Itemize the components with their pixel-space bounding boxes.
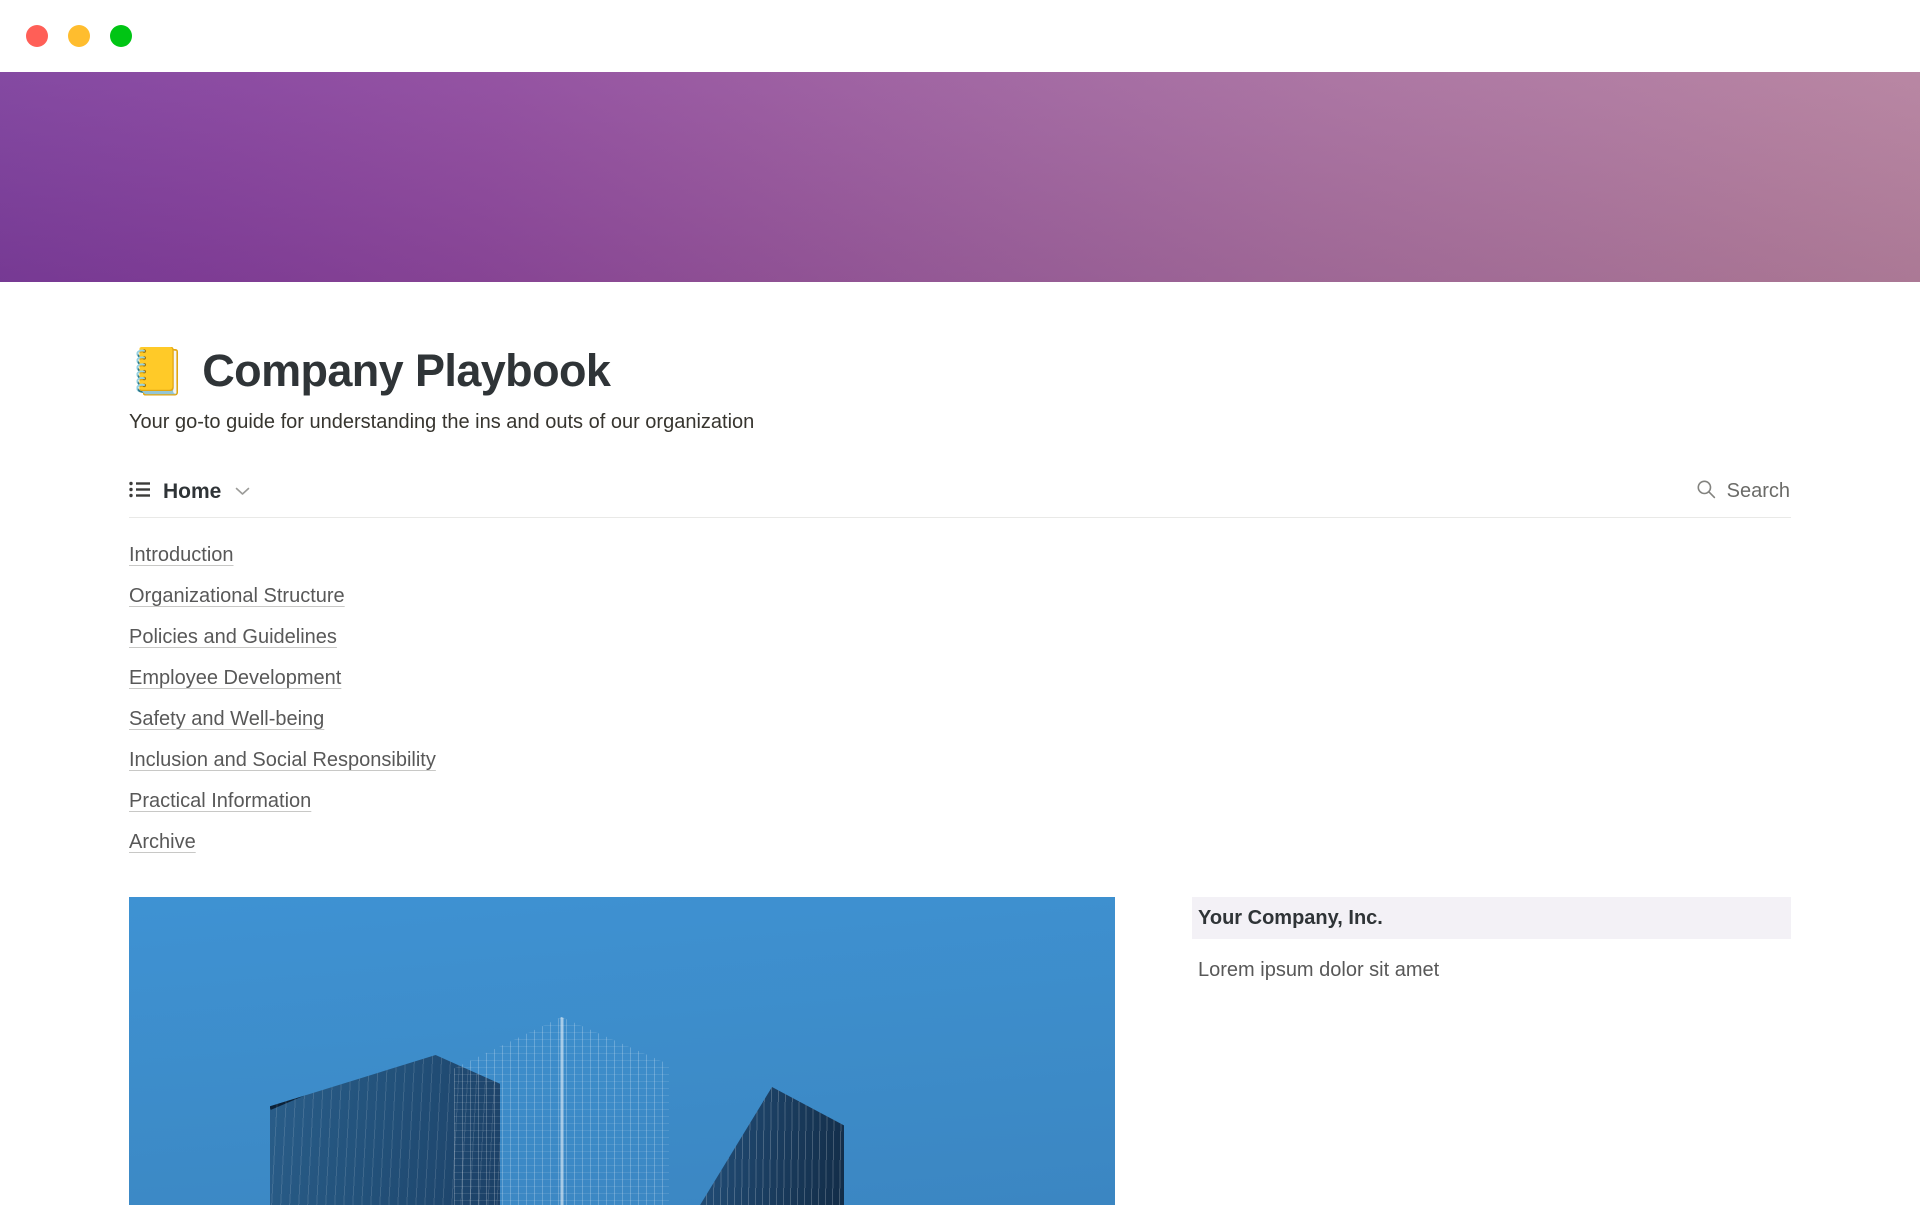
company-panel-header: Your Company, Inc. <box>1192 897 1791 939</box>
skyscrapers-photo <box>129 897 1115 1205</box>
company-panel: Your Company, Inc. Lorem ipsum dolor sit… <box>1192 897 1791 1205</box>
link-organizational-structure[interactable]: Organizational Structure <box>129 585 345 608</box>
maximize-window-button[interactable] <box>110 25 132 47</box>
search-button[interactable]: Search <box>1696 479 1790 504</box>
chevron-down-icon[interactable] <box>235 483 250 501</box>
window-controls <box>26 25 132 47</box>
page-subtitle: Your go-to guide for understanding the i… <box>129 411 755 433</box>
search-label: Search <box>1726 480 1790 502</box>
company-description: Lorem ipsum dolor sit amet <box>1198 959 1440 981</box>
link-practical-information[interactable]: Practical Information <box>129 790 311 813</box>
page-content: 📒 Company Playbook Your go-to guide for … <box>129 282 1791 1205</box>
company-panel-body: Lorem ipsum dolor sit amet <box>1192 959 1791 982</box>
section-links-list: Introduction Organizational Structure Po… <box>129 544 1791 854</box>
link-introduction[interactable]: Introduction <box>129 544 234 567</box>
content-columns: Your Company, Inc. Lorem ipsum dolor sit… <box>129 897 1791 1205</box>
page-title: Company Playbook <box>202 345 611 396</box>
navbar-left-group[interactable]: Home <box>129 480 250 504</box>
page-title-row: 📒 Company Playbook <box>129 345 1791 397</box>
notebook-icon: 📒 <box>129 345 187 397</box>
link-archive[interactable]: Archive <box>129 831 196 854</box>
photo-column <box>129 897 1115 1205</box>
link-safety-and-well-being[interactable]: Safety and Well-being <box>129 708 324 731</box>
link-inclusion-social-responsibility[interactable]: Inclusion and Social Responsibility <box>129 749 436 772</box>
close-window-button[interactable] <box>26 25 48 47</box>
page-cover-banner <box>0 72 1920 282</box>
link-policies-and-guidelines[interactable]: Policies and Guidelines <box>129 626 337 649</box>
page-navbar: Home Search <box>129 466 1791 518</box>
list-icon <box>129 481 151 503</box>
nav-home-label: Home <box>163 479 222 503</box>
company-name: Your Company, Inc. <box>1198 906 1383 929</box>
link-employee-development[interactable]: Employee Development <box>129 667 341 690</box>
search-icon <box>1696 479 1716 504</box>
window-titlebar <box>0 0 1920 72</box>
page-body: 📒 Company Playbook Your go-to guide for … <box>0 282 1920 1205</box>
minimize-window-button[interactable] <box>68 25 90 47</box>
